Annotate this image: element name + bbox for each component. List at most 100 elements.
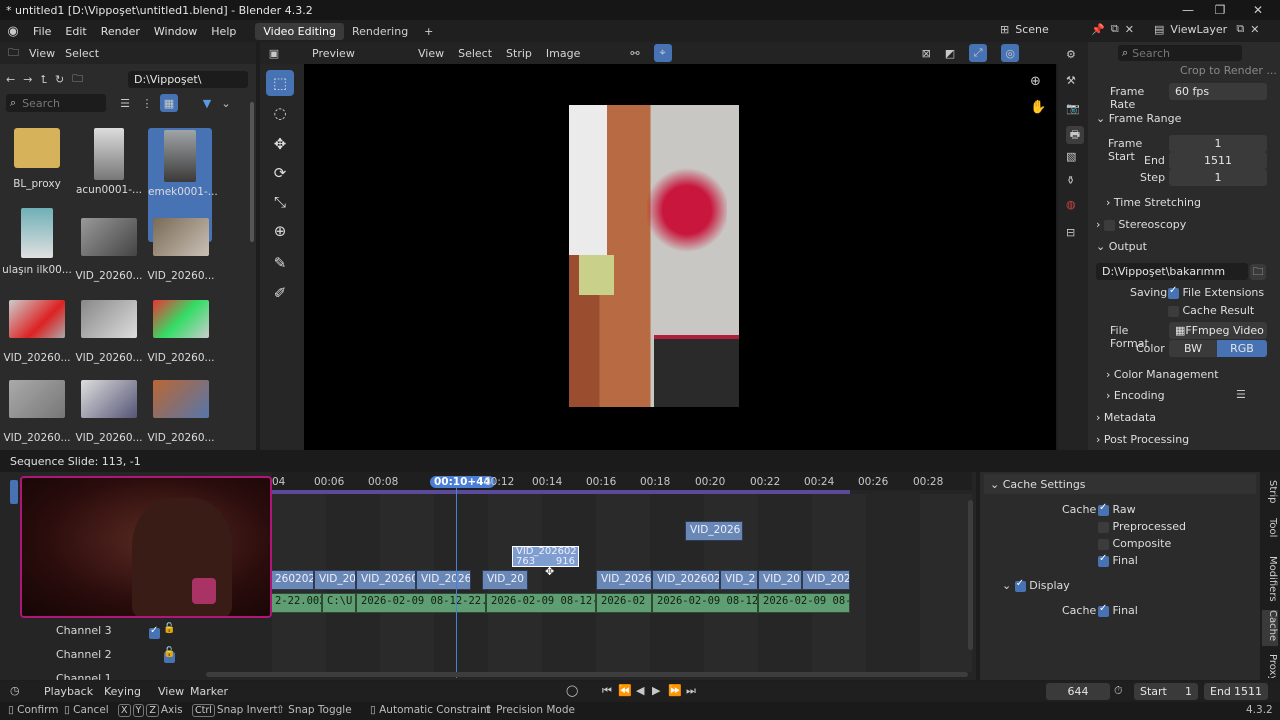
timeline-menu-keying[interactable]: Keying <box>104 685 141 698</box>
vertical-scrollbar[interactable] <box>968 500 973 650</box>
collection-tab-icon[interactable]: ⊟ <box>1066 226 1075 239</box>
new-scene-icon[interactable]: ⧉ <box>1111 22 1119 36</box>
zoom-icon[interactable]: ⊕ <box>1030 74 1041 89</box>
channel-lock-icon[interactable]: 🔓 <box>163 647 175 658</box>
gizmo-icon[interactable]: ⊠ <box>922 47 931 60</box>
fb-menu-select[interactable]: Select <box>65 47 99 60</box>
metadata-section[interactable]: › Metadata <box>1096 411 1276 424</box>
fb-scrollbar[interactable] <box>250 102 254 242</box>
viewlayer-icon[interactable]: ▤ <box>1154 23 1164 36</box>
pin-icon[interactable]: 📌 <box>1091 23 1105 36</box>
video-strip[interactable]: VID_2026 <box>416 570 471 590</box>
file-item[interactable]: ulaşın ilk00... <box>2 208 72 276</box>
video-strip[interactable]: VID_2026 <box>685 521 743 541</box>
audio-strip[interactable]: 2-22.002 <box>270 593 322 613</box>
file-item[interactable]: acun0001-... <box>74 128 144 196</box>
move-tool[interactable]: ✥ <box>266 131 294 157</box>
menu-render[interactable]: Render <box>94 25 147 38</box>
fb-search-input[interactable]: Search <box>22 97 60 110</box>
video-strip[interactable]: VID_202 <box>802 570 850 590</box>
frame-start-field[interactable]: 1 <box>1169 135 1267 152</box>
back-icon[interactable]: ← <box>6 73 15 86</box>
preview-range-icon[interactable]: ⏱ <box>1114 684 1123 698</box>
display-section[interactable]: ⌄ Display <box>1002 578 1182 593</box>
preview-menu-view[interactable]: View <box>418 47 444 60</box>
jump-keyframe-forward-icon[interactable]: ⏩ <box>668 684 682 697</box>
audio-strip[interactable]: 2026-02-09 08-12- <box>486 593 596 613</box>
scale-tool[interactable]: ⤡ <box>266 189 294 215</box>
scene-tab-icon[interactable]: ⚱ <box>1066 174 1075 187</box>
select-box-tool[interactable]: ⬚ <box>266 70 294 96</box>
file-item[interactable]: VID_20260... <box>146 218 216 282</box>
new-viewlayer-icon[interactable]: ⧉ <box>1236 22 1244 36</box>
file-item[interactable]: VID_20260... <box>146 300 216 364</box>
cursor-tool[interactable]: ◌ <box>266 100 294 126</box>
display-final-checkbox[interactable]: Final <box>1098 603 1278 617</box>
close-button[interactable]: ✕ <box>1240 0 1276 20</box>
file-item[interactable]: VID_20260... <box>74 300 144 364</box>
audio-strip[interactable]: 2026-02-09 08-12 <box>652 593 758 613</box>
video-strip[interactable]: VID_2026 <box>596 570 652 590</box>
file-extensions-checkbox[interactable]: File Extensions <box>1168 285 1280 299</box>
viewlayer-selector[interactable]: ViewLayer <box>1170 23 1230 36</box>
color-management-section[interactable]: › Color Management <box>1106 368 1280 381</box>
cache-final-checkbox[interactable]: Final <box>1098 553 1278 567</box>
play-icon[interactable]: ▶ <box>652 684 660 697</box>
channel-lock-icon[interactable]: 🔓 <box>163 623 175 634</box>
video-strip[interactable]: VID_20 <box>758 570 802 590</box>
audio-strip[interactable]: 2026-02-09 08- <box>758 593 850 613</box>
tab-video-editing[interactable]: Video Editing <box>255 22 344 40</box>
annotate-tool[interactable]: ✐ <box>266 280 294 306</box>
editor-type-icon[interactable]: ⚙ <box>1066 48 1076 61</box>
overlay-display-icon[interactable]: ◩ <box>945 47 955 60</box>
path-field[interactable]: D:\Vippoşet\ <box>128 71 248 88</box>
cache-preprocessed-checkbox[interactable]: Preprocessed <box>1098 520 1278 533</box>
delete-viewlayer-icon[interactable]: ✕ <box>1250 23 1259 36</box>
video-strip[interactable]: VID_20 <box>314 570 356 590</box>
video-strip[interactable]: VID_2 <box>720 570 758 590</box>
sidebar-tab-proxy[interactable]: Proxy <box>1262 654 1278 678</box>
horizontal-scrollbar[interactable] <box>206 672 968 677</box>
cache-result-checkbox[interactable]: Cache Result <box>1168 304 1280 317</box>
tool-tab-icon[interactable]: ⚒ <box>1066 74 1076 87</box>
video-strip[interactable]: VID_20 <box>482 570 528 590</box>
timeline-menu-playback[interactable]: Playback <box>44 685 93 698</box>
editor-type-icon[interactable]: 🗀 <box>8 44 19 63</box>
file-item[interactable]: BL_proxy <box>2 128 72 190</box>
video-strip[interactable]: VID_202602 <box>652 570 720 590</box>
filter-dropdown-icon[interactable]: ⌄ <box>220 94 232 112</box>
video-strip[interactable]: 260202 <box>270 570 314 590</box>
preview-menu-image[interactable]: Image <box>546 47 580 60</box>
file-item[interactable]: VID_20260... <box>74 380 144 444</box>
blender-logo-icon[interactable]: ◉ <box>0 24 26 39</box>
preview-mode-dropdown[interactable]: Preview <box>288 47 398 60</box>
vertical-list-icon[interactable]: ☰ <box>116 94 134 112</box>
cache-composite-checkbox[interactable]: Composite <box>1098 537 1278 550</box>
cache-raw-checkbox[interactable]: Raw <box>1098 502 1278 516</box>
menu-edit[interactable]: Edit <box>58 25 93 38</box>
thumbnails-icon[interactable]: ▦ <box>160 94 178 112</box>
preview-menu-strip[interactable]: Strip <box>506 47 532 60</box>
menu-window[interactable]: Window <box>147 25 204 38</box>
frame-rate-dropdown[interactable]: 60 fps <box>1169 83 1267 100</box>
frame-end-field[interactable]: 1511 <box>1169 152 1267 169</box>
jump-end-icon[interactable]: ⏭ <box>686 684 696 698</box>
output-tab-icon[interactable]: 🖶 <box>1066 126 1084 144</box>
snap-icon[interactable]: ⌖ <box>653 44 672 62</box>
transform-tool[interactable]: ⊕ <box>266 218 294 244</box>
pivot-icon[interactable]: ⚯ <box>630 47 639 60</box>
parent-dir-icon[interactable]: ⮤ <box>40 73 47 87</box>
scene-icon[interactable]: ⊞ <box>1000 23 1009 36</box>
audio-strip[interactable]: 2026-02 <box>596 593 652 613</box>
channel-mute-checkbox[interactable] <box>149 625 160 639</box>
new-folder-icon[interactable]: 🗀 <box>72 70 83 89</box>
output-path-field[interactable]: D:\Vippoşet\bakarımm <box>1096 263 1248 280</box>
frame-range-section[interactable]: ⌄ Frame Range <box>1096 112 1276 125</box>
start-frame-field[interactable]: Start 1 <box>1134 683 1198 700</box>
video-strip[interactable]: VID_20260 <box>356 570 416 590</box>
rotate-tool[interactable]: ⟳ <box>266 160 294 186</box>
forward-icon[interactable]: → <box>23 73 32 86</box>
end-frame-field[interactable]: End 1511 <box>1204 683 1268 700</box>
tab-rendering[interactable]: Rendering <box>344 23 416 40</box>
frame-step-field[interactable]: 1 <box>1169 169 1267 186</box>
